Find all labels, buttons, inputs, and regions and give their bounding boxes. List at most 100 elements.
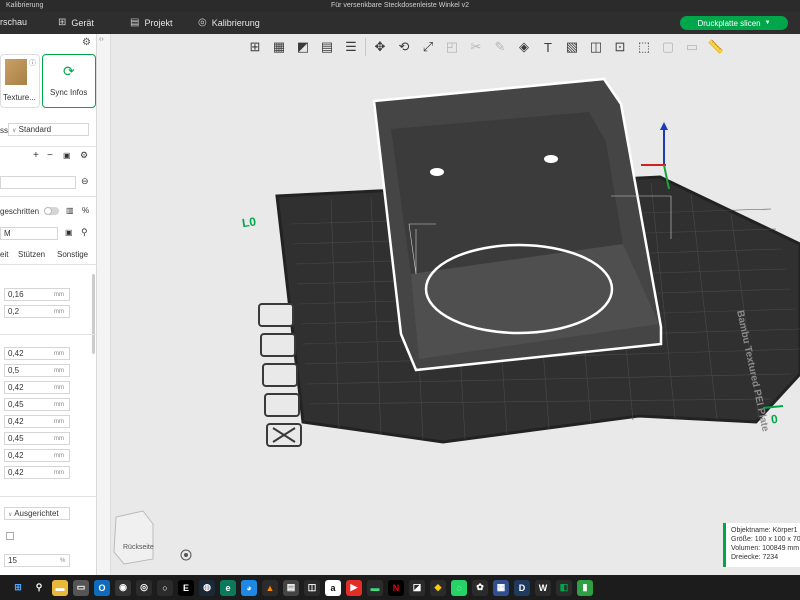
wp-icon[interactable]: W — [535, 579, 551, 596]
search-icon[interactable]: ⚲ — [31, 580, 47, 596]
compare-icon[interactable]: ▥ — [66, 206, 74, 215]
taskview-icon[interactable]: ▭ — [73, 579, 89, 596]
unit-label: mm — [54, 436, 64, 442]
browser-icon[interactable]: ○ — [157, 579, 173, 596]
object-volume: Volumen: 100849 mm — [731, 545, 800, 552]
tab-preview-label: rschau — [0, 17, 28, 27]
process-name-field[interactable]: M — [0, 227, 58, 240]
advanced-toggle[interactable] — [44, 207, 59, 215]
slice-plate-button[interactable]: Druckplatte slicen ▼ — [680, 16, 788, 30]
seam-align-value: Ausgerichtet — [14, 509, 59, 518]
app-icon[interactable]: ◕ — [241, 579, 257, 596]
youtube-icon[interactable]: ▶ — [346, 579, 362, 596]
tab-calibration-label: Kalibrierung — [211, 17, 260, 28]
object-triangles: Dreiecke: 7234 — [731, 554, 779, 561]
chevron-down-icon[interactable]: ▼ — [765, 20, 771, 26]
filament-field[interactable] — [0, 176, 76, 189]
texture-label: Texture... — [3, 93, 36, 102]
epic-games-icon[interactable]: E — [178, 579, 194, 596]
orient-plate-button[interactable] — [258, 303, 294, 327]
green-app-icon[interactable]: ▮ — [577, 579, 593, 596]
add-icon[interactable]: + — [33, 150, 39, 161]
divider — [0, 264, 97, 265]
amazon-icon[interactable]: a — [325, 579, 341, 596]
layer-height-value: 0,16 — [8, 290, 24, 299]
divider — [0, 196, 97, 197]
tab-device[interactable]: ⊞ Gerät — [58, 17, 94, 28]
process-name-value: M — [4, 229, 11, 238]
line-width-value-4: 0,45 — [8, 400, 24, 409]
settings-icon[interactable]: ⚙ — [80, 150, 88, 161]
navigation-cube[interactable]: Rückseite — [113, 510, 154, 565]
edge-icon[interactable]: e — [220, 579, 236, 596]
firefox-icon[interactable]: ◎ — [136, 579, 152, 596]
app-icon-2[interactable]: ◆ — [430, 579, 446, 596]
edit-plate-button[interactable] — [264, 393, 300, 417]
notes-icon[interactable]: ▤ — [283, 579, 299, 596]
remove-filament-icon[interactable]: ⊖ — [81, 176, 89, 187]
divider — [0, 496, 97, 497]
bambu-studio-icon[interactable]: ◧ — [556, 579, 572, 596]
model-hole-right — [544, 155, 558, 163]
whatsapp-icon[interactable]: ◌ — [451, 579, 467, 596]
3d-viewport[interactable]: ⊞ ▦ ◩ ▤ ☰ ✥ ⟲ ⤢ ◰ ✂ ✎ ◈ T ▧ ◫ ⊡ ⬚ ▢ ▭ 📏 — [111, 34, 800, 575]
tab-other[interactable]: Sonstige — [57, 250, 88, 259]
chatgpt-icon[interactable]: ✿ — [472, 579, 488, 596]
outlook-icon[interactable]: O — [94, 579, 110, 596]
tab-calibration[interactable]: ◎ Kalibrierung — [198, 17, 260, 28]
model-hole-left — [430, 168, 444, 176]
object-info-panel: Objektname: Körper1 Größe: 100 x 100 x 7… — [723, 523, 800, 567]
arrange-plate-button[interactable] — [262, 363, 298, 387]
tab-preview[interactable]: rschau — [0, 17, 27, 27]
plate-texture-card[interactable]: ⓘ Texture... — [0, 54, 40, 108]
line-width-value-6: 0,45 — [8, 434, 24, 443]
line-width-value-5: 0,42 — [8, 417, 24, 426]
gear-icon[interactable]: ⚙ — [82, 37, 91, 48]
tab-device-label: Gerät — [71, 17, 94, 28]
process-preset-select[interactable]: ∨ Standard — [8, 123, 89, 136]
object-size: Größe: 100 x 100 x 70 — [731, 536, 800, 543]
windows-start-icon[interactable]: ⊞ — [10, 579, 26, 596]
vlc-icon[interactable]: ▲ — [262, 579, 278, 596]
info-icon[interactable]: ⓘ — [29, 58, 36, 68]
file-explorer-icon[interactable]: ▬ — [52, 579, 68, 596]
object-name: Objektname: Körper1 — [731, 527, 798, 534]
unit-label: mm — [54, 309, 64, 315]
seam-align-select[interactable]: ∨ Ausgerichtet — [4, 507, 70, 520]
calendar-icon[interactable]: ◪ — [409, 579, 425, 596]
window-titlebar: Kalibrierung Für versenkbare Steckdosenl… — [0, 0, 800, 12]
remove-icon[interactable]: − — [47, 150, 53, 161]
advanced-toggle-label: geschritten — [0, 207, 40, 216]
calibration-icon: ◎ — [198, 17, 207, 28]
tab-support[interactable]: Stützen — [18, 250, 45, 259]
fit-view-icon[interactable] — [180, 549, 192, 561]
plate-scene[interactable]: Bambu Textured PEI Plate L0 0 Rückseite — [111, 34, 800, 575]
unit-label: mm — [54, 402, 64, 408]
scrollbar[interactable] — [92, 274, 95, 354]
unit-label: mm — [54, 385, 64, 391]
plate-number-label: 0 — [770, 412, 779, 427]
netflix-icon[interactable]: N — [388, 579, 404, 596]
grid-app-icon[interactable]: ▦ — [493, 579, 509, 596]
save-icon[interactable]: ▣ — [65, 228, 73, 237]
steam-icon[interactable]: ◍ — [199, 579, 215, 596]
sidebar-collapse-strip[interactable]: ‹› — [97, 34, 111, 575]
save-preset-icon[interactable]: ▣ — [63, 151, 71, 160]
option-checkbox[interactable] — [6, 532, 14, 540]
collapse-icon[interactable]: ‹› — [99, 36, 104, 43]
dsm-icon[interactable]: D — [514, 579, 530, 596]
percent-icon[interactable]: % — [82, 206, 89, 215]
process-preset-value: Standard — [18, 125, 52, 134]
lock-plate-button[interactable] — [260, 333, 296, 357]
xbox-icon[interactable]: ▬ — [367, 579, 383, 596]
tab-project[interactable]: ▤ Projekt — [130, 17, 172, 28]
store-icon[interactable]: ◫ — [304, 579, 320, 596]
search-icon[interactable]: ⚲ — [81, 227, 88, 238]
chrome-icon[interactable]: ◉ — [115, 579, 131, 596]
tab-quality[interactable]: eit — [0, 250, 8, 259]
sync-info-button[interactable]: ⟳ Sync Infos — [42, 54, 96, 108]
line-width-value-7: 0,42 — [8, 451, 24, 460]
unit-label: mm — [54, 453, 64, 459]
chevron-down-icon: ∨ — [12, 128, 17, 134]
line-width-value-2: 0,5 — [8, 366, 20, 375]
